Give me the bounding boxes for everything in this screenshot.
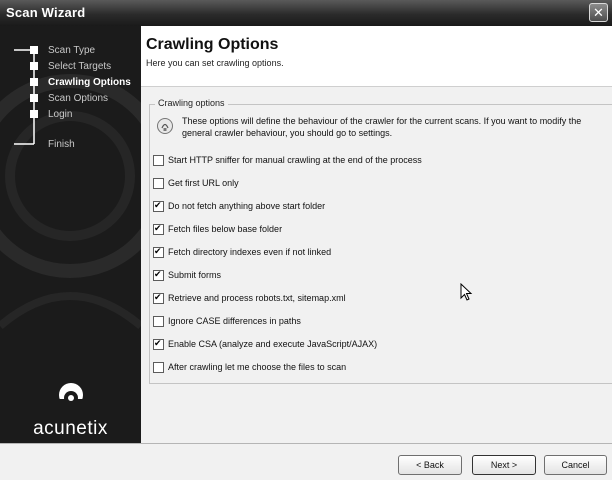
checkbox-icon[interactable]: [153, 338, 164, 350]
checkbox-icon[interactable]: [153, 292, 164, 304]
step-marker-icon: [30, 46, 38, 54]
step-marker-icon: [30, 94, 38, 102]
checkbox-icon[interactable]: [153, 269, 164, 281]
step-finish: Finish: [48, 139, 75, 150]
close-button[interactable]: ✕: [589, 3, 608, 22]
close-icon: ✕: [593, 5, 604, 20]
wizard-footer: < Back Next > Cancel: [0, 443, 612, 480]
back-button[interactable]: < Back: [398, 455, 462, 475]
wizard-sidebar: Scan Type Select Targets Crawling Option…: [0, 26, 141, 443]
step-scan-type: Scan Type: [48, 45, 96, 56]
brand-logo: acunetix: [0, 381, 141, 440]
info-bulb-icon: [157, 118, 173, 134]
checkbox-icon[interactable]: [153, 246, 164, 258]
crawling-options-group: Crawling options These options will defi…: [149, 98, 612, 384]
step-marker-icon: [30, 78, 38, 86]
step-marker-icon: [30, 62, 38, 70]
checkbox-icon[interactable]: [153, 155, 164, 166]
step-login: Login: [48, 109, 73, 120]
page-subtitle: Here you can set crawling options.: [146, 58, 284, 68]
logo-text: acunetix: [33, 418, 108, 439]
window-title: Scan Wizard: [6, 5, 86, 20]
group-legend: Crawling options: [155, 98, 228, 108]
checkbox-icon[interactable]: [153, 316, 164, 327]
window-titlebar: Scan Wizard ✕: [0, 0, 612, 26]
acunetix-logo-icon: [58, 383, 83, 409]
checkbox-icon[interactable]: [153, 362, 164, 373]
next-button[interactable]: Next >: [472, 455, 536, 475]
checkbox-icon[interactable]: [153, 223, 164, 235]
step-marker-icon: [30, 110, 38, 118]
options-panel: Crawling options These options will defi…: [141, 87, 612, 443]
checkbox-icon[interactable]: [153, 178, 164, 189]
step-scan-options: Scan Options: [48, 93, 109, 104]
page-title: Crawling Options: [146, 36, 279, 53]
page-header: Crawling Options Here you can set crawli…: [141, 26, 612, 87]
cancel-button[interactable]: Cancel: [544, 455, 607, 475]
step-crawling-options: Crawling Options: [48, 77, 131, 88]
step-select-targets: Select Targets: [48, 61, 112, 72]
mouse-cursor-icon: [460, 283, 473, 301]
info-text: These options will define the behaviour …: [182, 116, 582, 138]
checkbox-icon[interactable]: [153, 200, 164, 212]
